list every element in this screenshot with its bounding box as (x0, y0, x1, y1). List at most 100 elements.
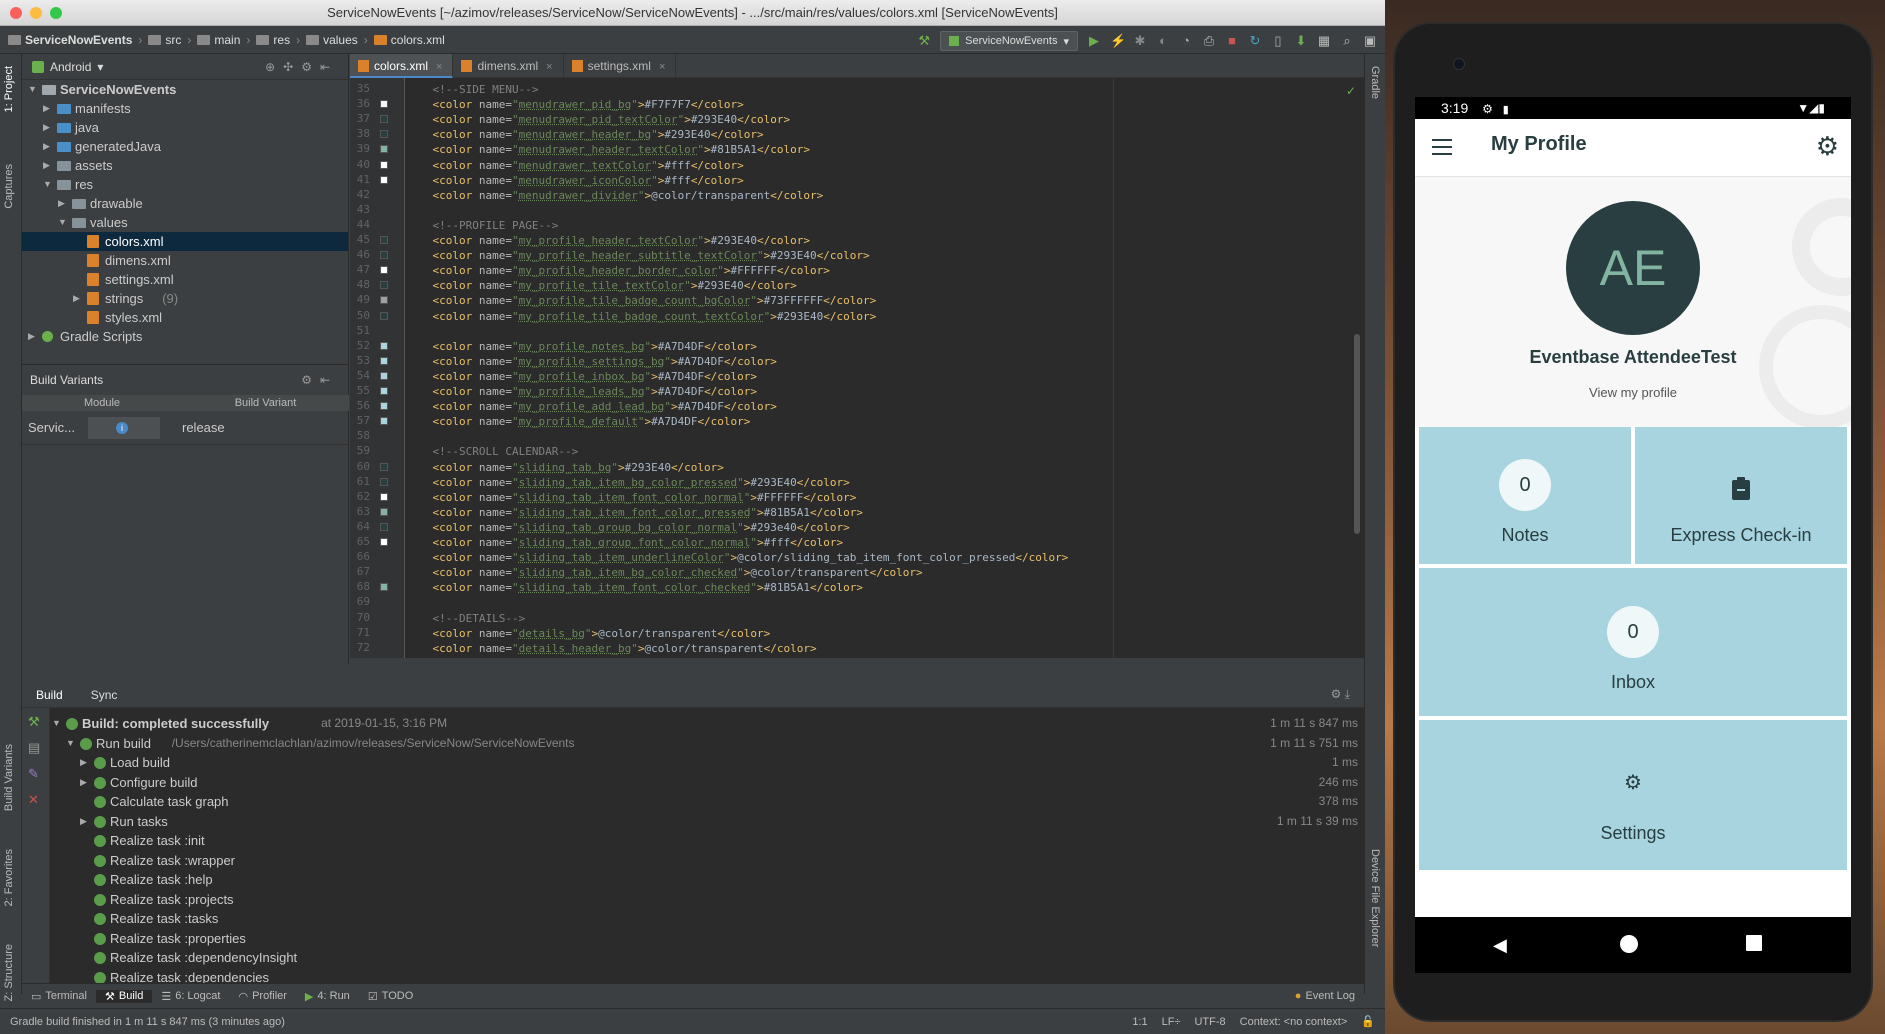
profile-icon[interactable]: ◐ (1156, 34, 1170, 48)
build-row[interactable]: ▶ Run tasks 1 m 11 s 39 ms (50, 812, 1364, 831)
tree-item[interactable]: styles.xml (22, 308, 348, 327)
tab-logcat[interactable]: ☰ 6: Logcat (152, 990, 229, 1003)
breadcrumb-item[interactable]: main › (197, 33, 250, 47)
tree-item[interactable]: ▶ strings (9) (22, 289, 348, 308)
breadcrumb-item[interactable]: colors.xml (373, 33, 445, 47)
editor-scrollbar[interactable] (1354, 334, 1360, 534)
build-row[interactable]: Calculate task graph 378 ms (50, 792, 1364, 811)
tab-build-bottom[interactable]: ⚒ Build (95, 989, 153, 1003)
chevron-right-icon[interactable]: ▶ (43, 156, 50, 175)
line-separator[interactable]: LF÷ (1162, 1009, 1181, 1034)
tab-build-variants[interactable]: Build Variants (3, 744, 15, 811)
tree-item[interactable]: ▼ res (22, 175, 348, 194)
close-icon[interactable]: × (546, 61, 552, 73)
build-row[interactable]: ▶ Load build 1 ms (50, 753, 1364, 772)
table-row[interactable]: Servic... i release (22, 411, 349, 445)
file-encoding[interactable]: UTF-8 (1194, 1009, 1225, 1034)
caret-position[interactable]: 1:1 (1132, 1009, 1147, 1034)
tab-captures[interactable]: Captures (3, 164, 15, 209)
color-swatch-icon[interactable] (380, 115, 388, 124)
color-swatch-icon[interactable] (380, 311, 388, 320)
tree-item[interactable]: ▼ ServiceNowEvents (22, 80, 348, 99)
toggle-view-icon[interactable]: ▤ (28, 740, 40, 756)
express-checkin-tile[interactable]: Express Check-in (1635, 427, 1847, 564)
tree-item[interactable]: ▶ Gradle Scripts (22, 327, 348, 346)
breadcrumb-item[interactable]: src › (148, 33, 191, 47)
color-swatch-icon[interactable] (380, 417, 388, 426)
tree-item[interactable]: ▶ generatedJava (22, 137, 348, 156)
apply-changes-icon[interactable]: ⚡ (1110, 34, 1126, 48)
tab-favorites[interactable]: 2: Favorites (3, 849, 15, 906)
tab-terminal[interactable]: ▭ Terminal (22, 990, 96, 1003)
color-swatch-icon[interactable] (380, 175, 388, 184)
build-row[interactable]: Realize task :help (50, 870, 1364, 889)
view-profile-link[interactable]: View my profile (1415, 385, 1851, 400)
build-row[interactable]: Realize task :dependencyInsight (50, 948, 1364, 967)
build-row[interactable]: Realize task :wrapper (50, 851, 1364, 870)
chevron-down-icon[interactable]: ▼ (58, 213, 67, 232)
color-swatch-icon[interactable] (380, 462, 388, 471)
code-area[interactable]: <!--SIDE MENU--> <color name="menudrawer… (406, 78, 1356, 658)
assistant-icon[interactable]: ▣ (1363, 34, 1377, 48)
notes-tile[interactable]: 0 Notes (1419, 427, 1631, 564)
close-icon[interactable]: × (436, 61, 442, 73)
hamburger-menu-icon[interactable] (1432, 139, 1452, 155)
tab-run[interactable]: ▶ 4: Run (296, 990, 359, 1003)
color-swatch-icon[interactable] (380, 130, 388, 139)
build-row[interactable]: Realize task :tasks (50, 909, 1364, 928)
close-icon[interactable]: ✕ (28, 792, 39, 808)
back-icon[interactable]: ◀ (1493, 935, 1507, 956)
tab-settings-xml[interactable]: settings.xml × (564, 54, 677, 78)
chevron-down-icon[interactable]: ▼ (43, 175, 52, 194)
chevron-right-icon[interactable]: ▶ (73, 289, 80, 308)
event-log-button[interactable]: ● Event Log (1286, 990, 1364, 1002)
minimize-window-button[interactable] (30, 7, 42, 19)
tab-build[interactable]: Build (22, 688, 77, 702)
chevron-down-icon[interactable]: ▼ (52, 714, 61, 733)
tree-item[interactable]: ▶ manifests (22, 99, 348, 118)
pin-icon[interactable]: ✎ (28, 766, 39, 782)
tab-structure[interactable]: Z: Structure (3, 944, 15, 1001)
build-row[interactable]: ▼ Build: completed successfully at 2019-01… (50, 714, 1364, 733)
panel-settings-icon[interactable]: ⊕✣⚙⇤ (265, 60, 338, 74)
color-swatch-icon[interactable] (380, 477, 388, 486)
breadcrumb-item[interactable]: res › (256, 33, 300, 47)
chevron-right-icon[interactable]: ▶ (43, 137, 50, 156)
breadcrumb-item[interactable]: values › (306, 33, 368, 47)
color-swatch-icon[interactable] (380, 266, 388, 275)
tree-item[interactable]: ▶ drawable (22, 194, 348, 213)
settings-tile[interactable]: ⚙ Settings (1419, 720, 1847, 870)
tab-project[interactable]: 1: Project (3, 66, 15, 112)
chevron-right-icon[interactable]: ▶ (80, 773, 87, 792)
chevron-right-icon[interactable]: ▶ (43, 99, 50, 118)
color-swatch-icon[interactable] (380, 100, 388, 109)
color-swatch-icon[interactable] (380, 402, 388, 411)
build-hammer-icon[interactable]: ⚒ (28, 714, 40, 730)
project-view-select[interactable]: Android (50, 60, 91, 74)
settings-gear-icon[interactable]: ⚙ (1816, 131, 1839, 161)
color-swatch-icon[interactable] (380, 492, 388, 501)
stop-icon[interactable]: ■ (1225, 34, 1239, 48)
build-row[interactable]: Realize task :projects (50, 890, 1364, 909)
tree-item[interactable]: ▶ assets (22, 156, 348, 175)
overview-icon[interactable] (1746, 935, 1762, 951)
color-swatch-icon[interactable] (380, 371, 388, 380)
chevron-down-icon[interactable]: ▾ (97, 60, 103, 74)
coverage-icon[interactable]: ◔ (1179, 34, 1193, 48)
color-swatch-icon[interactable] (380, 236, 388, 244)
make-project-icon[interactable]: ⚒ (917, 34, 931, 48)
build-row[interactable]: ▼ Run build/Users/catherinemclachlan/azim… (50, 734, 1364, 753)
color-swatch-icon[interactable] (380, 281, 388, 290)
build-row[interactable]: Realize task :properties (50, 929, 1364, 948)
sync-gradle-icon[interactable]: ↻ (1248, 34, 1262, 48)
chevron-right-icon[interactable]: ▶ (80, 753, 87, 772)
build-row[interactable]: ▶ Configure build 246 ms (50, 773, 1364, 792)
chevron-down-icon[interactable]: ▼ (28, 80, 37, 99)
color-swatch-icon[interactable] (380, 522, 388, 531)
tree-item[interactable]: ▼ values (22, 213, 348, 232)
debug-icon[interactable]: ✱ (1133, 34, 1147, 48)
chevron-right-icon[interactable]: ▶ (43, 118, 50, 137)
tab-device-file-explorer[interactable]: Device File Explorer (1369, 849, 1381, 947)
avatar[interactable]: AE (1566, 201, 1700, 335)
tab-sync[interactable]: Sync (77, 688, 132, 702)
